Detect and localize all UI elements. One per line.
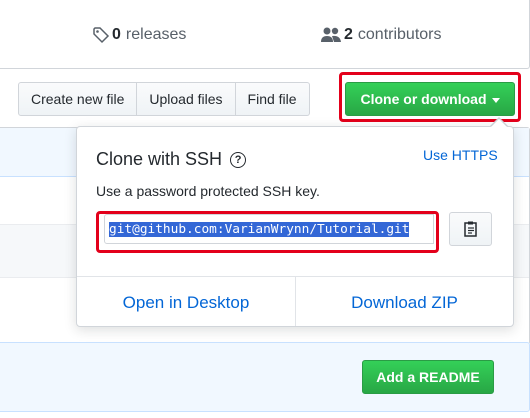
open-in-desktop-button[interactable]: Open in Desktop: [77, 293, 295, 313]
add-readme-button[interactable]: Add a README: [362, 360, 494, 394]
releases-label: releases: [125, 26, 187, 43]
clone-panel-title: Clone with SSH ?: [96, 149, 247, 170]
clipboard-icon: [463, 221, 477, 237]
clone-url-input[interactable]: git@github.com:VarianWrynn/Tutorial.git: [104, 214, 434, 244]
contributors-label: contributors: [357, 26, 442, 43]
clone-or-download-button[interactable]: Clone or download: [345, 82, 515, 116]
clone-panel-description: Use a password protected SSH key.: [96, 183, 320, 199]
releases-link[interactable]: 0 releases: [92, 26, 186, 44]
clone-panel-title-text: Clone with SSH: [96, 149, 223, 169]
download-zip-button[interactable]: Download ZIP: [296, 293, 513, 313]
help-icon[interactable]: ?: [230, 151, 247, 168]
upload-files-button[interactable]: Upload files: [137, 82, 236, 116]
caret-down-icon: [491, 97, 500, 103]
find-file-button[interactable]: Find file: [235, 82, 310, 116]
tag-icon: [93, 27, 110, 44]
people-icon: [321, 27, 341, 42]
clone-url-selected-text: git@github.com:VarianWrynn/Tutorial.git: [109, 221, 410, 237]
releases-count: 0: [112, 26, 121, 43]
copy-to-clipboard-button[interactable]: [449, 212, 492, 246]
create-new-file-button[interactable]: Create new file: [18, 82, 138, 116]
contributors-link[interactable]: 2 contributors: [320, 26, 442, 44]
contributors-count: 2: [344, 26, 353, 43]
use-https-link[interactable]: Use HTTPS: [423, 147, 498, 163]
repo-summary-bar: 0 releases 2 contributors: [0, 0, 530, 69]
clone-or-download-label: Clone or download: [360, 91, 487, 107]
dropdown-arrow: [491, 119, 507, 127]
file-actions-group: Create new file Upload files Find file: [18, 82, 310, 116]
